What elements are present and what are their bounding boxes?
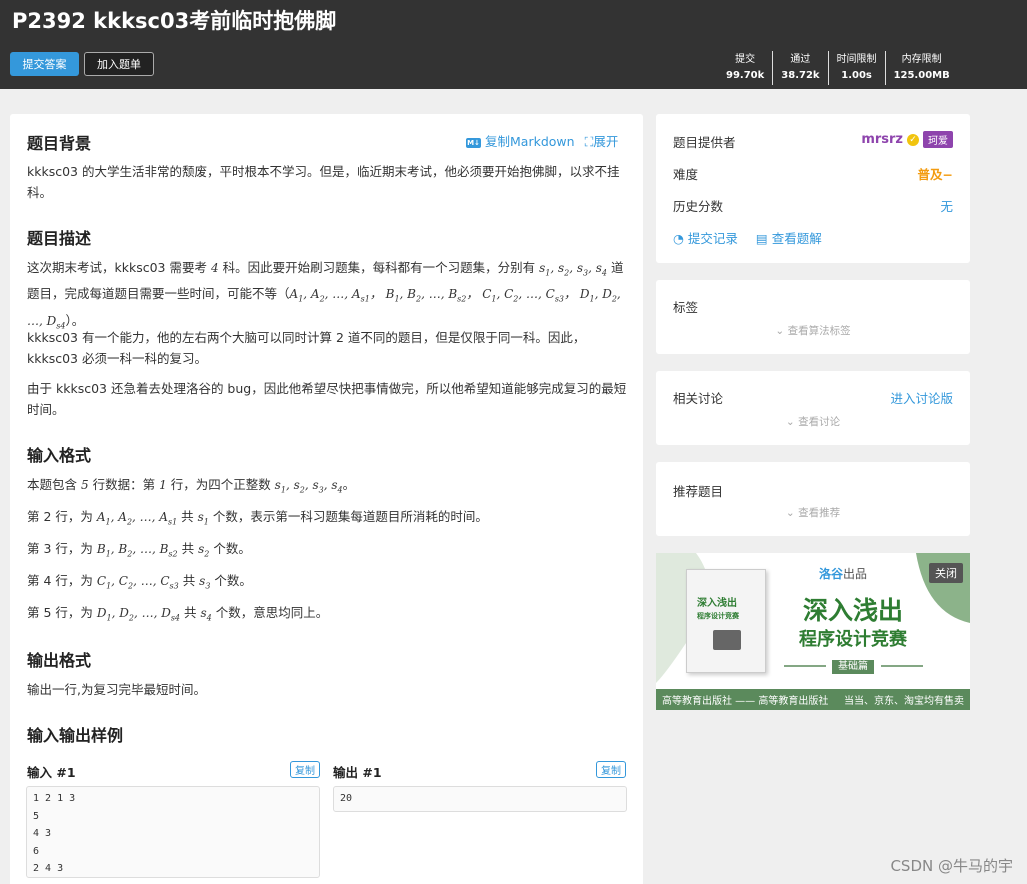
book-cover-title: 深入浅出 程序设计竞赛 xyxy=(697,598,739,620)
ad-footer: 高等教育出版社 —— 高等教育出版社 当当、京东、淘宝均有售卖 xyxy=(656,689,970,710)
ad-publisher: 高等教育出版社 —— 高等教育出版社 xyxy=(662,696,829,707)
enter-discussion-link[interactable]: 进入讨论版 xyxy=(890,388,953,407)
stat-value: 38.72k xyxy=(781,70,820,81)
solutions-link[interactable]: ▤ 查看题解 xyxy=(756,231,822,246)
sidebar-links: ◔ 提交记录 ▤ 查看题解 xyxy=(673,228,953,247)
input-format-line-2: 第 2 行，为 A1, A2, …, As1 共 s1 个数，表示第一科习题集每… xyxy=(27,509,488,527)
sample-input-label: 输入 #1 xyxy=(27,765,76,780)
description-heading: 题目描述 xyxy=(27,229,92,248)
expand-label: 展开 xyxy=(593,134,619,149)
stat-time-limit: 时间限制 1.00s xyxy=(827,51,885,85)
sample-input-box: 1 2 1 3 5 4 3 6 2 4 3 xyxy=(26,786,320,878)
computer-icon xyxy=(713,630,741,650)
stat-memory-limit: 内存限制 125.00MB xyxy=(884,51,958,85)
discussion-card: 相关讨论 进入讨论版 ⌄ 查看讨论 xyxy=(656,371,970,445)
pie-chart-icon: ◔ xyxy=(673,231,684,246)
ad-brand: 洛谷出品 xyxy=(819,567,868,581)
input-format-line-3: 第 3 行，为 B1, B2, …, Bs2 共 s2 个数。 xyxy=(27,541,251,559)
tags-title: 标签 xyxy=(673,300,699,315)
show-recommend-link[interactable]: ⌄ 查看推荐 xyxy=(656,505,970,520)
input-format-line-4: 第 4 行，为 C1, C2, …, Cs3 共 s3 个数。 xyxy=(27,573,252,591)
difficulty-label: 难度 xyxy=(673,167,699,182)
chevron-down-icon: ⌄ xyxy=(785,507,795,519)
show-discussion-link[interactable]: ⌄ 查看讨论 xyxy=(656,414,970,429)
csdn-watermark: CSDN @牛马的宇 xyxy=(890,857,1013,875)
book-icon: ▤ xyxy=(755,231,768,246)
history-score-label: 历史分数 xyxy=(673,199,724,214)
book-cover: 深入浅出 程序设计竞赛 xyxy=(686,569,766,673)
stat-accepted: 通过 38.72k xyxy=(772,51,827,85)
stat-submissions: 提交 99.70k xyxy=(718,51,772,85)
input-format-line-5: 第 5 行，为 D1, D2, …, Ds4 共 s4 个数，意思均同上。 xyxy=(27,605,329,623)
problem-stats: 提交 99.70k 通过 38.72k 时间限制 1.00s 内存限制 125.… xyxy=(718,51,958,85)
history-score-value: 无 xyxy=(940,199,953,214)
problem-title: P2392 kkksc03考前临时抱佛脚 xyxy=(12,9,337,33)
stat-value: 125.00MB xyxy=(893,70,950,81)
background-text: kkksc03 的大学生活非常的颓废，平时根本不学习。但是，临近期末考试，他必须… xyxy=(27,164,620,200)
problem-statement-card: M↓ 复制Markdown ⛶展开 题目背景 kkksc03 的大学生活非常的颓废… xyxy=(10,114,643,884)
input-format-line-1: 本题包含 5 行数据：第 1 行，为四个正整数 s1, s2, s3, s4。 xyxy=(27,477,356,495)
ad-title-2: 程序设计竞赛 xyxy=(799,629,907,650)
copy-markdown-link[interactable]: M↓ 复制Markdown xyxy=(466,131,575,150)
chevron-down-icon: ⌄ xyxy=(785,416,795,428)
stat-value: 1.00s xyxy=(841,70,872,81)
stat-label: 时间限制 xyxy=(836,54,877,65)
sample-output-label: 输出 #1 xyxy=(333,765,382,780)
recommend-title: 推荐题目 xyxy=(673,484,724,499)
verified-icon: ✓ xyxy=(907,133,919,146)
expand-link[interactable]: ⛶展开 xyxy=(585,131,619,150)
stat-label: 内存限制 xyxy=(901,54,942,65)
description-paragraph-1: 这次期末考试，kkksc03 需要考 4 科。因此要开始刷习题集，每科都有一个习… xyxy=(27,260,624,331)
ad-sellers: 当当、京东、淘宝均有售卖 xyxy=(844,696,964,707)
ad-edition-badge: 基础篇 xyxy=(832,660,874,674)
stat-value: 99.70k xyxy=(726,70,765,81)
input-format-heading: 输入格式 xyxy=(27,446,92,465)
problem-header: P2392 kkksc03考前临时抱佛脚 提交答案 加入题单 提交 99.70k… xyxy=(0,0,1027,89)
submit-answer-button[interactable]: 提交答案 xyxy=(10,52,79,76)
recommend-card: 推荐题目 ⌄ 查看推荐 xyxy=(656,462,970,536)
expand-icon: ⛶ xyxy=(584,134,594,149)
difficulty-value: 普及− xyxy=(917,167,953,182)
provider-name[interactable]: mrsrz xyxy=(861,132,903,147)
stat-label: 通过 xyxy=(790,54,811,65)
submissions-link[interactable]: ◔ 提交记录 xyxy=(673,231,738,246)
samples-heading: 输入输出样例 xyxy=(27,726,124,745)
description-paragraph-3: 由于 kkksc03 还急着去处理洛谷的 bug，因此他希望尽快把事情做完，所以… xyxy=(27,381,627,417)
ad-title-1: 深入浅出 xyxy=(802,596,903,625)
chevron-down-icon: ⌄ xyxy=(775,325,785,337)
sample-output-box: 20 xyxy=(333,786,627,812)
background-heading: 题目背景 xyxy=(27,134,92,153)
output-format-text: 输出一行,为复习完毕最短时间。 xyxy=(27,682,206,697)
provider-info: mrsrz ✓ 珂爱 xyxy=(861,131,953,148)
output-format-heading: 输出格式 xyxy=(27,651,92,670)
copy-output-button[interactable]: 复制 xyxy=(596,761,626,778)
description-paragraph-2: kkksc03 有一个能力，他的左右两个大脑可以同时计算 2 道不同的题目，但是… xyxy=(27,330,586,366)
provider-badge: 珂爱 xyxy=(923,131,953,148)
tags-card: 标签 ⌄ 查看算法标签 xyxy=(656,280,970,354)
book-advertisement[interactable]: 深入浅出 程序设计竞赛 洛谷出品 深入浅出 程序设计竞赛 基础篇 关闭 高等教育出… xyxy=(656,553,970,710)
problem-info-card: 题目提供者 mrsrz ✓ 珂爱 难度 普及− 历史分数 无 ◔ 提交记录 ▤ … xyxy=(656,114,970,263)
add-to-list-button[interactable]: 加入题单 xyxy=(84,52,154,76)
statement-actions: M↓ 复制Markdown ⛶展开 xyxy=(466,131,618,150)
show-tags-link[interactable]: ⌄ 查看算法标签 xyxy=(656,323,970,338)
ad-close-button[interactable]: 关闭 xyxy=(929,563,963,583)
markdown-icon: M↓ xyxy=(466,138,481,148)
copy-input-button[interactable]: 复制 xyxy=(290,761,320,778)
stat-label: 提交 xyxy=(735,54,756,65)
copy-markdown-label: 复制Markdown xyxy=(485,134,575,149)
